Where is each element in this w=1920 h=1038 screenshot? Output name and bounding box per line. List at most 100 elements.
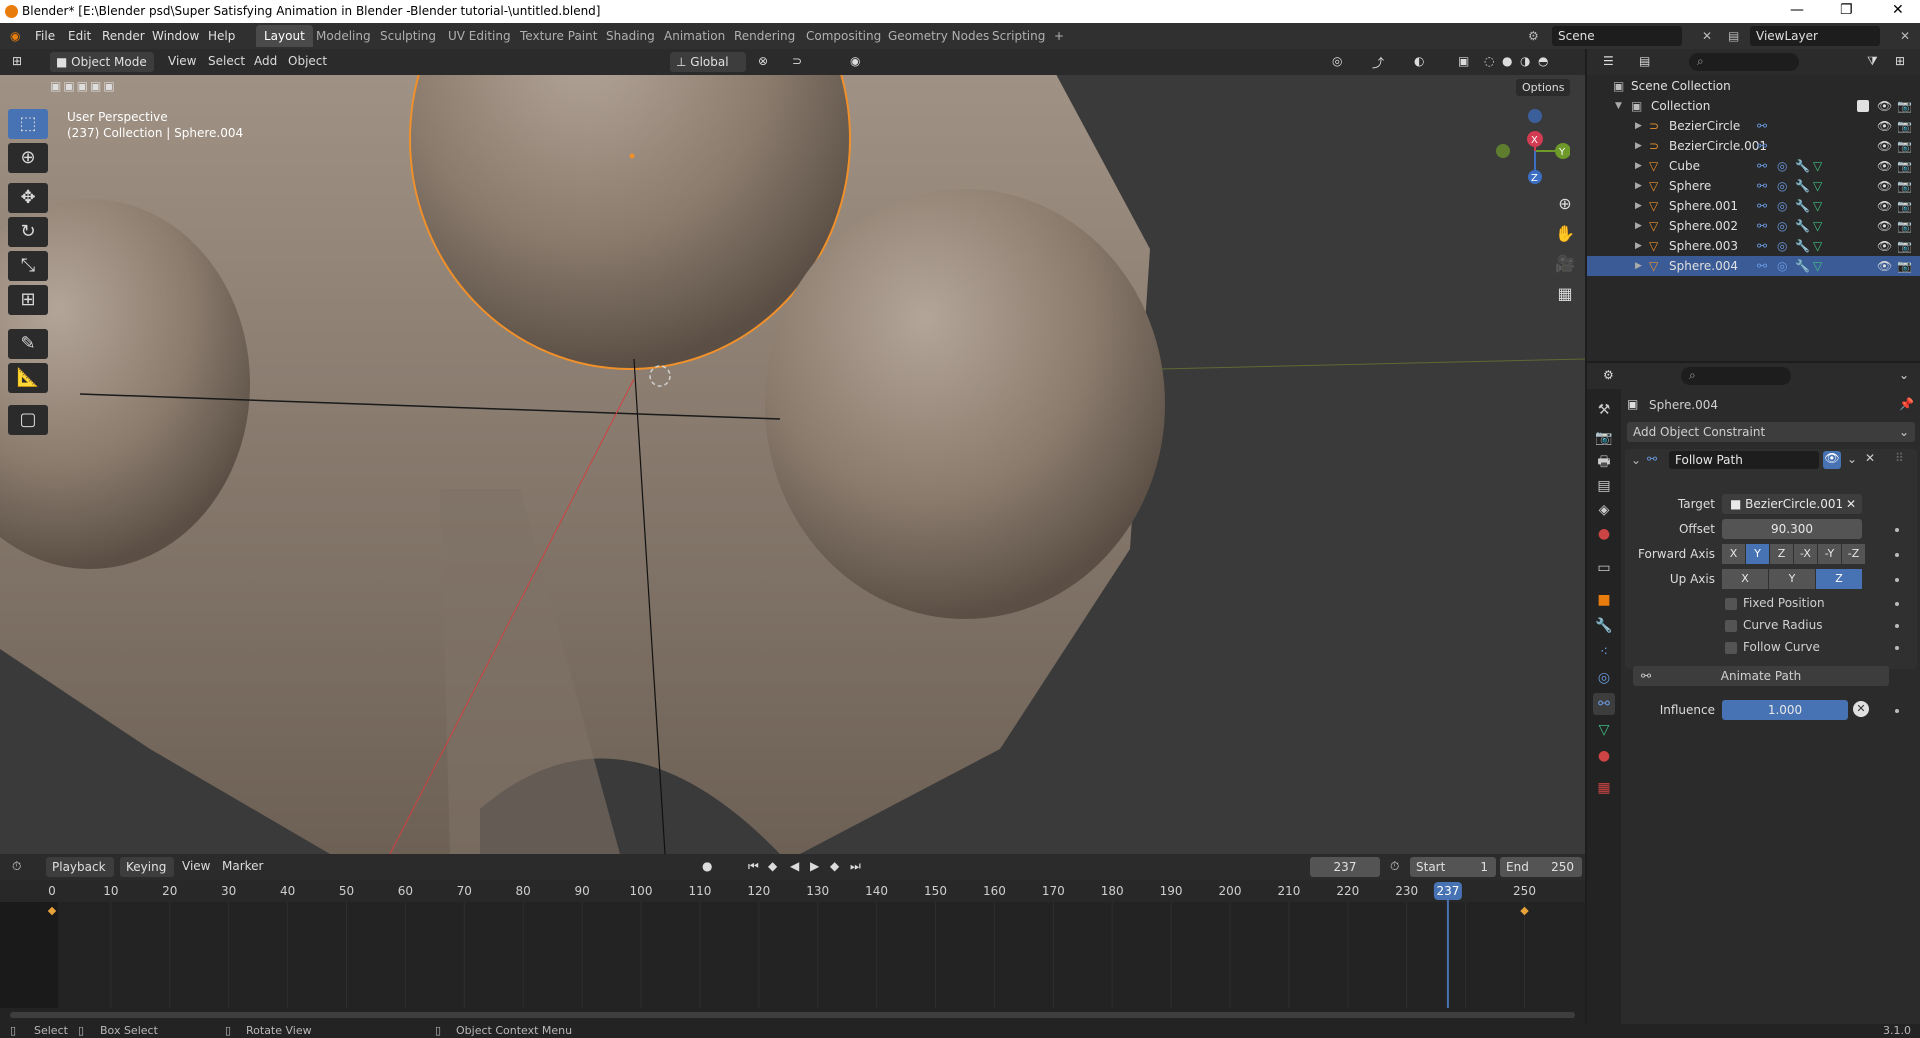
pan-hand-icon[interactable]: ✋ bbox=[1552, 221, 1578, 247]
close-scene-icon[interactable]: ✕ bbox=[1702, 29, 1712, 43]
eye-icon[interactable]: 👁 bbox=[1877, 139, 1892, 153]
camera-render-icon[interactable]: 📷 bbox=[1897, 99, 1912, 113]
up-axis-option[interactable]: Y bbox=[1769, 569, 1815, 589]
eye-icon[interactable]: 👁 bbox=[1877, 219, 1892, 233]
outliner-collection[interactable]: ▼ ▣ Collection 👁 📷 bbox=[1587, 96, 1920, 116]
outliner-item[interactable]: ▶ ⊃ BezierCircle ⚯ 👁 📷 bbox=[1587, 116, 1920, 136]
tab-layout[interactable]: Layout bbox=[256, 25, 313, 47]
menu-edit[interactable]: Edit bbox=[68, 29, 91, 43]
new-collection-icon[interactable]: ⊞ bbox=[1895, 54, 1905, 68]
expand-arrow-icon[interactable]: ▶ bbox=[1635, 221, 1642, 231]
tool-tab-icon[interactable]: ⚒ bbox=[1593, 399, 1615, 421]
shading-material-icon[interactable]: ◑ bbox=[1520, 54, 1530, 68]
select-mode-icons[interactable]: ▣▣▣▣▣ bbox=[50, 79, 140, 97]
keyframe-dot-icon[interactable] bbox=[1895, 646, 1899, 650]
menu-window[interactable]: Window bbox=[152, 29, 199, 43]
menu-render[interactable]: Render bbox=[102, 29, 145, 43]
eye-icon[interactable]: 👁 bbox=[1877, 159, 1892, 173]
record-icon[interactable]: ● bbox=[702, 859, 712, 873]
forward-axis-option[interactable]: Y bbox=[1746, 544, 1769, 564]
expand-arrow-icon[interactable]: ▶ bbox=[1635, 261, 1642, 271]
constraint-name-field[interactable]: Follow Path bbox=[1669, 451, 1819, 469]
outliner-item[interactable]: ▶ ▽ Sphere.004 ⚯ ◎ 🔧 ▽ 👁 📷 bbox=[1587, 256, 1920, 276]
shading-rendered-icon[interactable]: ◓ bbox=[1538, 54, 1548, 68]
keyframe-dot-icon[interactable] bbox=[1895, 709, 1899, 713]
expand-arrow-icon[interactable]: ▶ bbox=[1635, 201, 1642, 211]
camera-render-icon[interactable]: 📷 bbox=[1897, 199, 1912, 213]
navigation-gizmo[interactable]: X Y Z bbox=[1490, 104, 1570, 184]
tab-scripting[interactable]: Scripting bbox=[984, 25, 1053, 47]
offset-field[interactable]: 90.300 bbox=[1722, 519, 1862, 539]
outliner-editor-type-icon[interactable]: ☰ bbox=[1603, 54, 1614, 68]
constraints-tab-icon[interactable]: ⚯ bbox=[1593, 693, 1615, 715]
clear-target-icon[interactable]: ✕ bbox=[1846, 494, 1856, 514]
properties-search-input[interactable]: ⌕ bbox=[1681, 367, 1791, 385]
mode-selector[interactable]: ■ Object Mode bbox=[50, 52, 154, 72]
expand-arrow-icon[interactable]: ▶ bbox=[1635, 161, 1642, 171]
gizmo-toggle-icon[interactable]: ⤴ bbox=[1372, 54, 1384, 71]
expand-arrow-icon[interactable]: ▶ bbox=[1635, 121, 1642, 131]
checkbox[interactable] bbox=[1725, 598, 1737, 610]
play-icon[interactable]: ▶ bbox=[810, 859, 819, 873]
viewport-scene[interactable] bbox=[0, 49, 1585, 854]
filter-icon[interactable]: ⧩ bbox=[1867, 54, 1878, 69]
expand-arrow-icon[interactable]: ▶ bbox=[1635, 141, 1642, 151]
keyframe-dot-icon[interactable] bbox=[1895, 553, 1899, 557]
view-layer-selector[interactable]: ViewLayer bbox=[1750, 26, 1880, 46]
physics-tab-icon[interactable]: ◎ bbox=[1593, 667, 1615, 689]
tab-modeling[interactable]: Modeling bbox=[308, 25, 379, 47]
menu-add[interactable]: Add bbox=[254, 54, 277, 68]
material-tab-icon[interactable]: ● bbox=[1593, 745, 1615, 767]
expand-arrow-icon[interactable]: ▼ bbox=[1615, 101, 1622, 111]
tab-rendering[interactable]: Rendering bbox=[726, 25, 803, 47]
shading-solid-icon[interactable]: ● bbox=[1502, 54, 1512, 68]
marker-menu[interactable]: Marker bbox=[222, 859, 263, 873]
camera-render-icon[interactable]: 📷 bbox=[1897, 219, 1912, 233]
close-button[interactable]: ✕ bbox=[1892, 2, 1904, 18]
jump-end-icon[interactable]: ⏭ bbox=[850, 859, 861, 874]
world-tab-icon[interactable]: ● bbox=[1593, 523, 1615, 545]
current-frame-field[interactable]: 237 bbox=[1310, 857, 1380, 877]
shading-wireframe-icon[interactable]: ◌ bbox=[1484, 54, 1494, 68]
output-tab-icon[interactable]: 🖶 bbox=[1593, 451, 1615, 473]
collection-checkbox[interactable] bbox=[1857, 100, 1869, 112]
proportional-edit-icon[interactable]: ◉ bbox=[850, 54, 860, 68]
move-tool[interactable]: ✥ bbox=[8, 183, 48, 213]
outliner-item[interactable]: ▶ ▽ Sphere.003 ⚯ ◎ 🔧 ▽ 👁 📷 bbox=[1587, 236, 1920, 256]
camera-render-icon[interactable]: 📷 bbox=[1897, 159, 1912, 173]
pivot-icon[interactable]: ⊗ bbox=[758, 54, 768, 68]
target-field[interactable]: ■ BezierCircle.001 ✕ bbox=[1722, 494, 1862, 514]
add-constraint-dropdown[interactable]: Add Object Constraint ⌄ bbox=[1627, 422, 1915, 442]
next-keyframe-icon[interactable]: ◆ bbox=[830, 859, 839, 873]
end-frame-field[interactable]: End 250 bbox=[1500, 857, 1582, 877]
forward-axis-option[interactable]: X bbox=[1722, 544, 1745, 564]
camera-render-icon[interactable]: 📷 bbox=[1897, 259, 1912, 273]
jump-start-icon[interactable]: ⏮ bbox=[748, 859, 759, 874]
menu-select[interactable]: Select bbox=[208, 54, 245, 68]
up-axis-option[interactable]: X bbox=[1722, 569, 1768, 589]
texture-tab-icon[interactable]: ▦ bbox=[1593, 777, 1615, 799]
properties-options-icon[interactable]: ⌄ bbox=[1899, 368, 1909, 382]
grid-icon[interactable]: ▦ bbox=[1552, 281, 1578, 307]
constraint-menu-icon[interactable]: ⌄ bbox=[1847, 452, 1857, 466]
prev-keyframe-icon[interactable]: ◆ bbox=[768, 859, 777, 873]
up-axis-option[interactable]: Z bbox=[1816, 569, 1862, 589]
xray-icon[interactable]: ▣ bbox=[1458, 54, 1469, 68]
start-frame-field[interactable]: Start 1 bbox=[1410, 857, 1496, 877]
object-tab-icon[interactable]: ■ bbox=[1593, 589, 1615, 611]
keyframe-dot-icon[interactable] bbox=[1895, 624, 1899, 628]
scene-tab-icon[interactable]: ◈ bbox=[1593, 499, 1615, 521]
outliner-item[interactable]: ▶ ▽ Sphere ⚯ ◎ 🔧 ▽ 👁 📷 bbox=[1587, 176, 1920, 196]
maximize-button[interactable]: ❐ bbox=[1840, 2, 1853, 18]
camera-render-icon[interactable]: 📷 bbox=[1897, 239, 1912, 253]
display-mode-icon[interactable]: ▤ bbox=[1639, 54, 1650, 68]
menu-view[interactable]: View bbox=[168, 54, 196, 68]
eye-icon[interactable]: 👁 bbox=[1877, 239, 1892, 253]
data-tab-icon[interactable]: ▽ bbox=[1593, 719, 1615, 741]
timeline-track-area[interactable]: 0 10 20 30 40 50 60 70 80 90 100 110 120 130 140 150 160… bbox=[0, 880, 1585, 1024]
menu-help[interactable]: Help bbox=[208, 29, 235, 43]
cursor-tool[interactable]: ⊕ bbox=[8, 143, 48, 173]
timeline-view-menu[interactable]: View bbox=[182, 859, 210, 873]
modifier-tab-icon[interactable]: 🔧 bbox=[1593, 615, 1615, 637]
constraint-delete-icon[interactable]: ✕ bbox=[1865, 451, 1875, 465]
